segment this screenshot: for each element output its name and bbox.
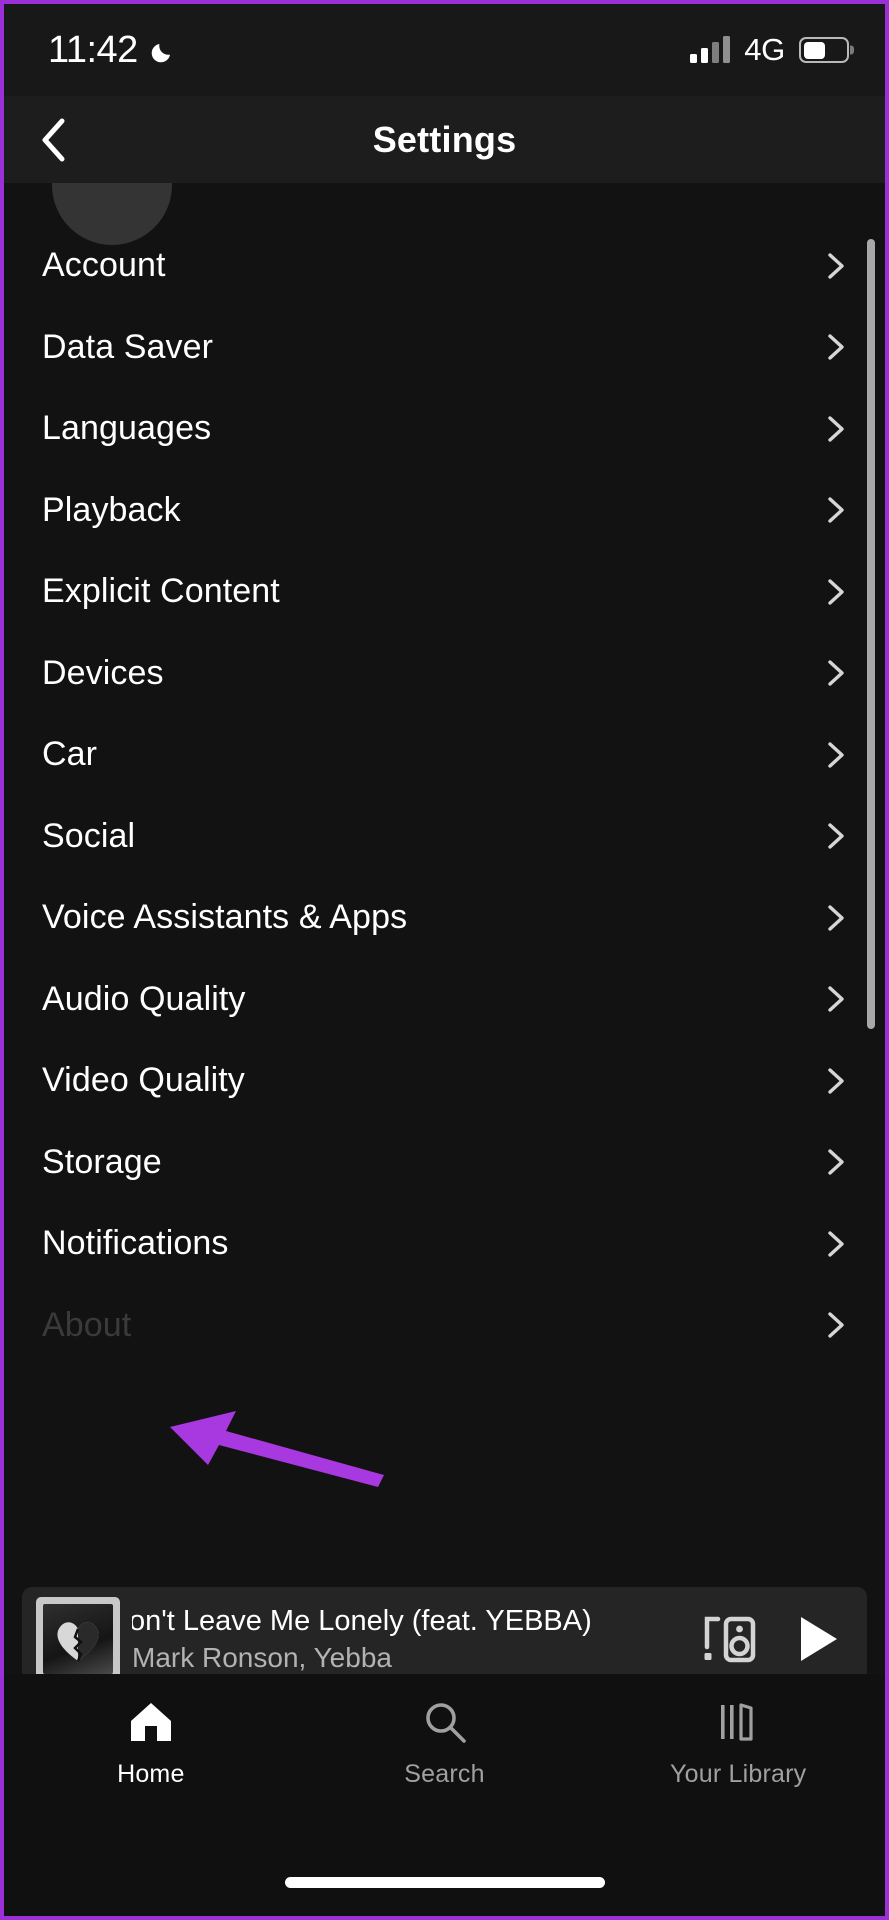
album-art (36, 1597, 120, 1681)
settings-row-label: Data Saver (42, 327, 214, 366)
settings-row-label: Account (42, 246, 166, 285)
chevron-right-icon (828, 1149, 844, 1175)
connect-to-device-icon[interactable] (701, 1613, 757, 1665)
play-button[interactable] (795, 1613, 841, 1665)
settings-row-voice-assistants-apps[interactable]: Voice Assistants & Apps (4, 877, 885, 959)
tab-label: Search (404, 1760, 485, 1788)
chevron-right-icon (828, 823, 844, 849)
settings-row-languages[interactable]: Languages (4, 388, 885, 470)
settings-row-label: Languages (42, 409, 212, 448)
phone-screen: 11:42 4G Settings Account Data Saver Lan… (0, 0, 889, 1920)
status-bar-right: 4G (690, 32, 849, 68)
settings-row-label: About (42, 1305, 132, 1344)
status-bar: 11:42 4G (4, 4, 885, 96)
now-playing-actions (701, 1613, 853, 1665)
page-title: Settings (372, 118, 517, 160)
chevron-right-icon (828, 1312, 844, 1338)
settings-row-label: Explicit Content (42, 572, 280, 611)
settings-row-car[interactable]: Car (4, 714, 885, 796)
tab-your-library[interactable]: Your Library (591, 1698, 885, 1789)
settings-row-label: Social (42, 816, 136, 855)
tab-label: Your Library (670, 1760, 807, 1788)
chevron-right-icon (828, 905, 844, 931)
nav-header: Settings (4, 96, 885, 183)
settings-row-label: Storage (42, 1142, 162, 1181)
settings-row-label: Audio Quality (42, 979, 246, 1018)
crescent-moon-icon (150, 38, 176, 64)
track-artist: Mark Ronson, Yebba (132, 1641, 392, 1673)
cellular-signal-icon (690, 36, 731, 63)
settings-row-account[interactable]: Account (4, 225, 885, 307)
chevron-right-icon (828, 579, 844, 605)
network-type-label: 4G (744, 32, 785, 67)
chevron-right-icon (828, 660, 844, 686)
chevron-right-icon (828, 742, 844, 768)
settings-row-label: Playback (42, 490, 181, 529)
tab-search[interactable]: Search (298, 1698, 592, 1789)
settings-row-about[interactable]: About (4, 1285, 885, 1367)
track-title: Don't Leave Me Lonely (feat. YEBBA) (132, 1604, 592, 1637)
tab-label: Home (117, 1760, 185, 1788)
settings-row-notifications[interactable]: Notifications (4, 1203, 885, 1285)
chevron-right-icon (828, 986, 844, 1012)
library-icon (715, 1698, 761, 1746)
settings-row-data-saver[interactable]: Data Saver (4, 307, 885, 389)
settings-row-label: Car (42, 735, 98, 774)
chevron-right-icon (828, 416, 844, 442)
battery-icon (799, 37, 849, 63)
chevron-right-icon (828, 334, 844, 360)
settings-row-video-quality[interactable]: Video Quality (4, 1040, 885, 1122)
chevron-right-icon (828, 253, 844, 279)
chevron-left-icon (42, 118, 65, 161)
settings-row-label: Notifications (42, 1224, 229, 1263)
chevron-right-icon (828, 1068, 844, 1094)
settings-row-devices[interactable]: Devices (4, 633, 885, 715)
chevron-right-icon (828, 497, 844, 523)
home-indicator (284, 1877, 605, 1888)
settings-row-social[interactable]: Social (4, 796, 885, 878)
track-info: Don't Leave Me Lonely (feat. YEBBA) Mark… (132, 1605, 701, 1674)
settings-row-audio-quality[interactable]: Audio Quality (4, 959, 885, 1041)
status-time: 11:42 (48, 29, 138, 71)
vertical-scrollbar[interactable] (867, 239, 875, 1029)
search-icon (422, 1698, 468, 1746)
settings-row-label: Devices (42, 653, 164, 692)
settings-row-label: Voice Assistants & Apps (42, 898, 408, 937)
status-bar-left: 11:42 (48, 31, 176, 69)
home-icon (128, 1698, 174, 1746)
settings-row-playback[interactable]: Playback (4, 470, 885, 552)
settings-list: Account Data Saver Languages Playback Explic… (4, 225, 885, 1366)
settings-row-label: Video Quality (42, 1061, 245, 1100)
settings-row-explicit-content[interactable]: Explicit Content (4, 551, 885, 633)
settings-row-storage[interactable]: Storage (4, 1122, 885, 1204)
back-button[interactable] (26, 113, 80, 167)
tab-home[interactable]: Home (4, 1698, 298, 1789)
chevron-right-icon (828, 1231, 844, 1257)
